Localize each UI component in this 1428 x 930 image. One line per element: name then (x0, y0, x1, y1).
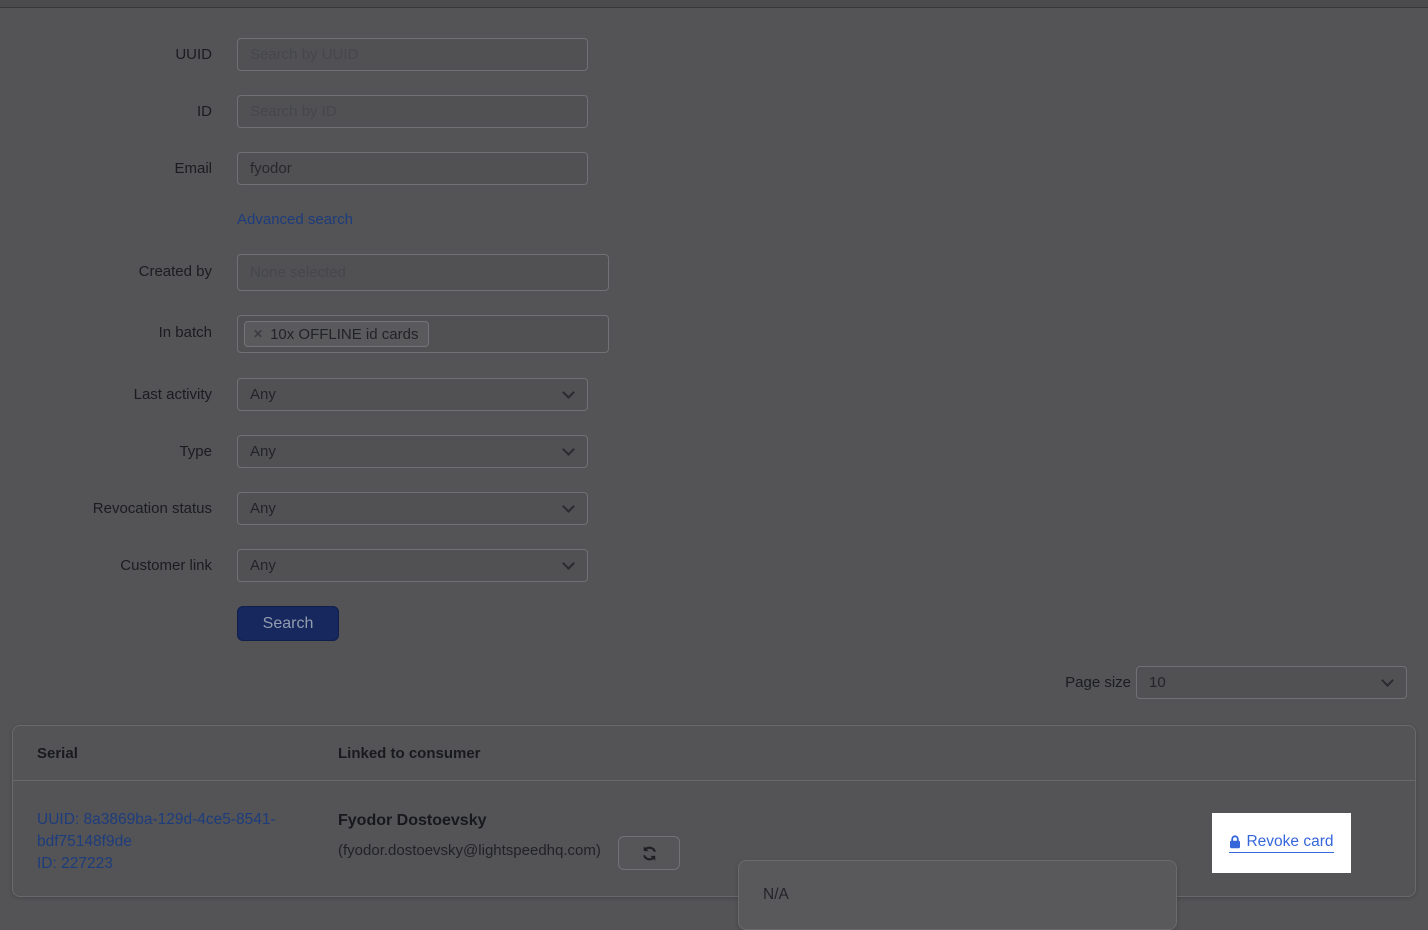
batch-tag-label: 10x OFFLINE id cards (270, 326, 418, 343)
revocation-status-label: Revocation status (0, 500, 212, 517)
created-by-label: Created by (0, 263, 212, 280)
type-select[interactable]: Any (237, 435, 588, 468)
results-table: Serial Linked to consumer UUID: 8a3869ba… (12, 725, 1416, 897)
column-header-linked-to-consumer: Linked to consumer (338, 726, 481, 781)
id-label: ID (0, 103, 212, 120)
page-size-label: Page size (931, 674, 1131, 691)
refresh-consumer-link-button[interactable] (618, 836, 680, 870)
page-size-select[interactable]: 10 (1136, 666, 1407, 699)
top-strip (0, 0, 1428, 8)
advanced-search-link[interactable]: Advanced search (237, 211, 353, 228)
table-header-row: Serial Linked to consumer (13, 726, 1415, 781)
chevron-down-icon (562, 500, 575, 513)
id-input[interactable] (237, 95, 588, 128)
type-label: Type (0, 443, 212, 460)
chevron-down-icon (1381, 674, 1394, 687)
chevron-down-icon (562, 386, 575, 399)
uuid-input[interactable] (237, 38, 588, 71)
page: { "colors": { "page_bg": "#545457", "dim… (0, 0, 1428, 914)
customer-link-select[interactable]: Any (237, 549, 588, 582)
type-value: Any (250, 443, 276, 460)
refresh-icon (641, 845, 658, 862)
selected-batch-tag: ✕ 10x OFFLINE id cards (244, 321, 429, 347)
card-uuid-link[interactable]: UUID: 8a3869ba-129d-4ce5-8541-bdf75148f9… (37, 809, 305, 853)
revoke-card-link[interactable]: Revoke card (1229, 833, 1333, 853)
last-activity-label: Last activity (0, 386, 212, 403)
last-activity-value: Any (250, 386, 276, 403)
email-label: Email (0, 160, 212, 177)
revocation-status-select[interactable]: Any (237, 492, 588, 525)
in-batch-label: In batch (0, 324, 212, 341)
in-batch-input[interactable]: ✕ 10x OFFLINE id cards (237, 315, 609, 353)
lock-icon (1229, 835, 1241, 849)
customer-link-label: Customer link (0, 557, 212, 574)
serial-cell: UUID: 8a3869ba-129d-4ce5-8541-bdf75148f9… (37, 809, 305, 875)
last-activity-select[interactable]: Any (237, 378, 588, 411)
email-input[interactable] (237, 152, 588, 185)
consumer-email: (fyodor.dostoevsky@lightspeedhq.com) (338, 842, 601, 859)
search-button[interactable]: Search (237, 606, 339, 641)
chevron-down-icon (562, 557, 575, 570)
tour-highlight: Revoke card (1212, 813, 1351, 873)
revocation-status-value: Any (250, 500, 276, 517)
table-row: UUID: 8a3869ba-129d-4ce5-8541-bdf75148f9… (13, 781, 1415, 897)
revoke-card-label: Revoke card (1246, 833, 1333, 851)
linked-customer-panel: N/A (738, 860, 1177, 930)
created-by-input[interactable] (237, 254, 609, 291)
column-header-serial: Serial (37, 726, 78, 781)
page-size-value: 10 (1149, 674, 1166, 691)
chevron-down-icon (562, 443, 575, 456)
uuid-label: UUID (0, 46, 212, 63)
remove-tag-icon[interactable]: ✕ (253, 327, 263, 341)
card-id-link[interactable]: ID: 227223 (37, 853, 305, 875)
consumer-name: Fyodor Dostoevsky (338, 812, 486, 830)
customer-link-value: Any (250, 557, 276, 574)
